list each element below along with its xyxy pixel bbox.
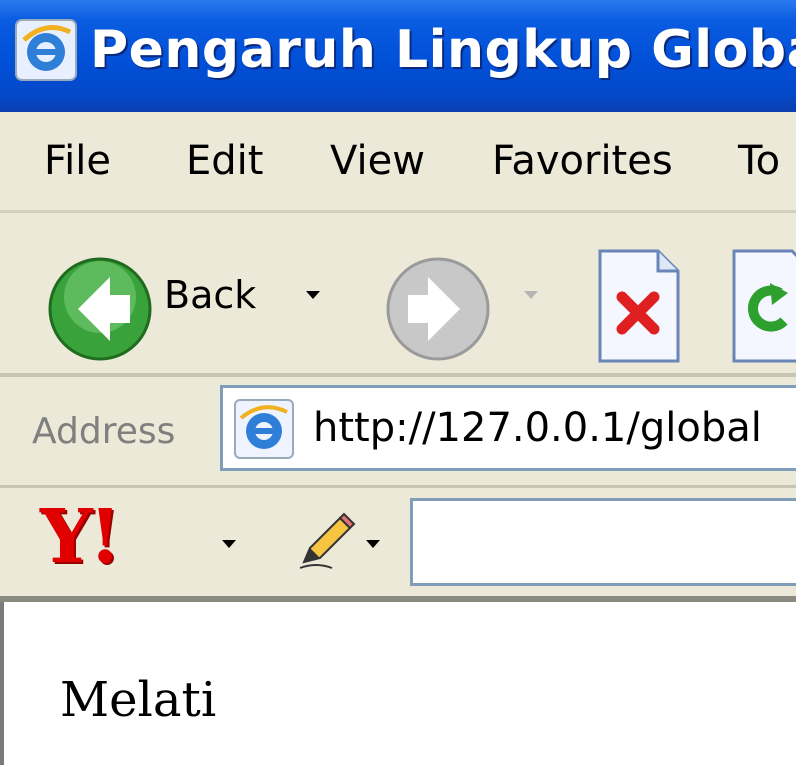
title-bar[interactable]: Pengaruh Lingkup Global -	[0, 0, 796, 112]
yahoo-logo[interactable]: Y!	[40, 494, 121, 580]
address-bar: Address http://127.0.0.1/global	[0, 377, 796, 488]
standard-toolbar: Back	[0, 213, 796, 377]
menu-view[interactable]: View	[330, 138, 425, 184]
menu-bar: File Edit View Favorites To	[0, 112, 796, 213]
back-label[interactable]: Back	[164, 273, 256, 317]
address-label: Address	[32, 411, 176, 452]
menu-file[interactable]: File	[44, 138, 111, 184]
address-url: http://127.0.0.1/global	[313, 405, 762, 451]
page-text: Melati	[60, 672, 217, 728]
ie-icon	[15, 19, 77, 81]
yahoo-search-input[interactable]	[410, 498, 796, 586]
address-input[interactable]: http://127.0.0.1/global	[220, 385, 796, 471]
pencil-button[interactable]	[296, 512, 366, 576]
forward-dropdown-icon[interactable]	[524, 291, 538, 299]
back-button[interactable]	[44, 253, 156, 369]
stop-icon	[598, 249, 680, 363]
forward-button[interactable]	[382, 253, 494, 369]
page-content: Melati	[0, 602, 796, 765]
stop-button[interactable]	[596, 247, 682, 369]
menu-edit[interactable]: Edit	[186, 138, 263, 184]
pencil-dropdown-icon[interactable]	[366, 540, 380, 548]
menu-tools[interactable]: To	[738, 138, 780, 184]
window-title: Pengaruh Lingkup Global -	[90, 20, 796, 80]
pencil-icon	[299, 512, 356, 569]
forward-arrow-icon	[386, 257, 490, 361]
refresh-icon	[732, 249, 796, 363]
refresh-button[interactable]	[730, 247, 796, 369]
yahoo-toolbar: Y!	[0, 488, 796, 602]
back-dropdown-icon[interactable]	[306, 291, 320, 299]
back-arrow-icon	[48, 257, 152, 361]
page-icon	[234, 399, 294, 459]
yahoo-dropdown-icon[interactable]	[222, 540, 236, 548]
menu-favorites[interactable]: Favorites	[492, 138, 673, 184]
